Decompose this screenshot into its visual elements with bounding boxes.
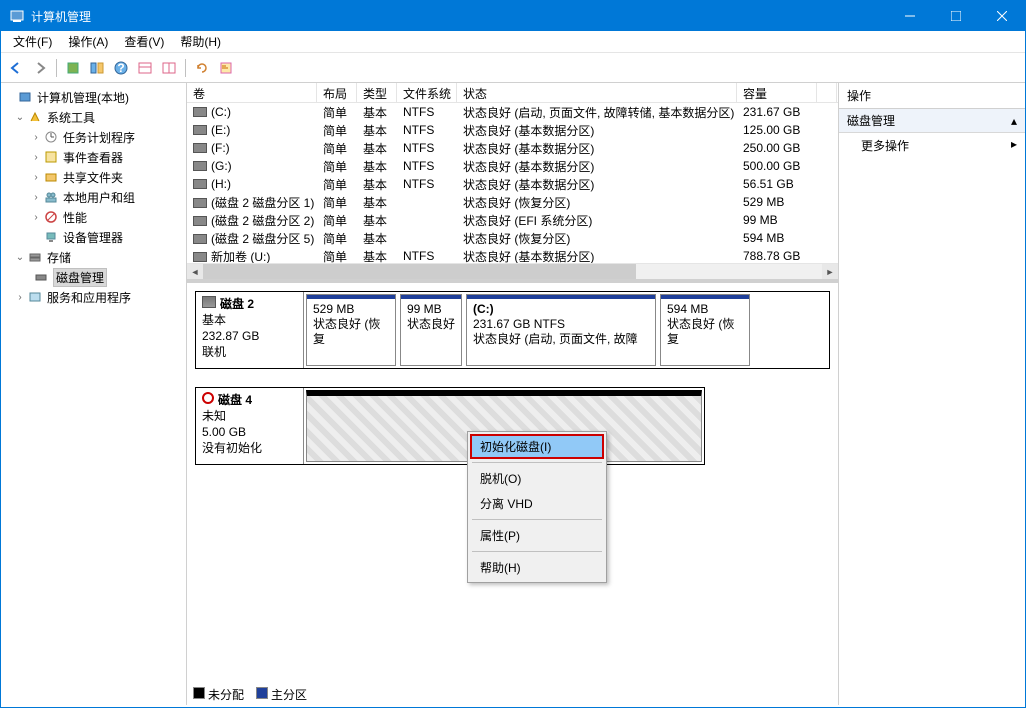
volume-row[interactable]: 新加卷 (U:)简单基本NTFS状态良好 (基本数据分区)788.78 GB: [187, 247, 838, 263]
ctx-offline[interactable]: 脱机(O): [470, 466, 604, 491]
col-filesystem[interactable]: 文件系统: [397, 83, 457, 102]
legend-primary-swatch: [256, 687, 268, 699]
maximize-button[interactable]: [933, 1, 979, 31]
menubar: 文件(F) 操作(A) 查看(V) 帮助(H): [1, 31, 1025, 53]
col-layout[interactable]: 布局: [317, 83, 357, 102]
tree-system-tools[interactable]: ⌄系统工具: [3, 107, 184, 127]
view-list-button[interactable]: [134, 57, 156, 79]
disk-4-info: 磁盘 4 未知 5.00 GB 没有初始化: [196, 388, 304, 464]
tree-disk-management[interactable]: 磁盘管理: [3, 267, 184, 287]
show-hide-button[interactable]: [86, 57, 108, 79]
disk2-partition-1[interactable]: 529 MB状态良好 (恢复: [306, 294, 396, 366]
actions-more[interactable]: 更多操作▸: [839, 133, 1025, 158]
ctx-initialize-disk[interactable]: 初始化磁盘(I): [470, 434, 604, 459]
tree-task-scheduler[interactable]: ›任务计划程序: [3, 127, 184, 147]
actions-header: 操作: [839, 83, 1025, 109]
uninitialized-disk-icon: [202, 392, 214, 404]
actions-pane: 操作 磁盘管理▴ 更多操作▸: [839, 83, 1025, 705]
volume-row[interactable]: (磁盘 2 磁盘分区 2)简单基本状态良好 (EFI 系统分区)99 MB: [187, 211, 838, 229]
volume-row[interactable]: (C:)简单基本NTFS状态良好 (启动, 页面文件, 故障转储, 基本数据分区…: [187, 103, 838, 121]
help-icon[interactable]: ?: [110, 57, 132, 79]
legend: 未分配 主分区: [193, 686, 307, 703]
scroll-left-icon[interactable]: ◄: [187, 264, 203, 280]
horizontal-scrollbar[interactable]: ◄ ►: [187, 263, 838, 279]
disk-4-row[interactable]: 磁盘 4 未知 5.00 GB 没有初始化: [195, 387, 705, 465]
tree-shared-folders[interactable]: ›共享文件夹: [3, 167, 184, 187]
col-volume[interactable]: 卷: [187, 83, 317, 102]
tree-services[interactable]: ›服务和应用程序: [3, 287, 184, 307]
nav-tree[interactable]: 计算机管理(本地) ⌄系统工具 ›任务计划程序 ›事件查看器 ›共享文件夹 ›本…: [1, 83, 187, 705]
refresh-button[interactable]: [191, 57, 213, 79]
legend-unallocated-swatch: [193, 687, 205, 699]
scroll-right-icon[interactable]: ►: [822, 264, 838, 280]
volume-list: 卷 布局 类型 文件系统 状态 容量 (C:)简单基本NTFS状态良好 (启动,…: [187, 83, 838, 283]
volume-row[interactable]: (F:)简单基本NTFS状态良好 (基本数据分区)250.00 GB: [187, 139, 838, 157]
volume-row[interactable]: (磁盘 2 磁盘分区 1)简单基本状态良好 (恢复分区)529 MB: [187, 193, 838, 211]
collapse-icon: ▴: [1011, 114, 1017, 128]
window-title: 计算机管理: [31, 8, 887, 25]
actions-section-diskmgmt[interactable]: 磁盘管理▴: [839, 109, 1025, 133]
tree-local-users[interactable]: ›本地用户和组: [3, 187, 184, 207]
properties-button[interactable]: [215, 57, 237, 79]
tree-event-viewer[interactable]: ›事件查看器: [3, 147, 184, 167]
disk2-partition-c[interactable]: (C:)231.67 GB NTFS状态良好 (启动, 页面文件, 故障: [466, 294, 656, 366]
menu-help[interactable]: 帮助(H): [172, 31, 229, 52]
disk2-partition-5[interactable]: 594 MB状态良好 (恢复: [660, 294, 750, 366]
volume-row[interactable]: (E:)简单基本NTFS状态良好 (基本数据分区)125.00 GB: [187, 121, 838, 139]
volume-list-header[interactable]: 卷 布局 类型 文件系统 状态 容量: [187, 83, 838, 103]
col-capacity[interactable]: 容量: [737, 83, 817, 102]
ctx-help[interactable]: 帮助(H): [470, 555, 604, 580]
disk-2-row[interactable]: 磁盘 2 基本 232.87 GB 联机 529 MB状态良好 (恢复 99 M…: [195, 291, 830, 369]
minimize-button[interactable]: [887, 1, 933, 31]
volume-row[interactable]: (G:)简单基本NTFS状态良好 (基本数据分区)500.00 GB: [187, 157, 838, 175]
disk-2-info: 磁盘 2 基本 232.87 GB 联机: [196, 292, 304, 368]
disk2-partition-2[interactable]: 99 MB状态良好: [400, 294, 462, 366]
volume-row[interactable]: (H:)简单基本NTFS状态良好 (基本数据分区)56.51 GB: [187, 175, 838, 193]
tree-device-manager[interactable]: 设备管理器: [3, 227, 184, 247]
tree-root[interactable]: 计算机管理(本地): [3, 87, 184, 107]
menu-view[interactable]: 查看(V): [116, 31, 172, 52]
disk-graphical-view: 磁盘 2 基本 232.87 GB 联机 529 MB状态良好 (恢复 99 M…: [187, 283, 838, 705]
close-button[interactable]: [979, 1, 1025, 31]
context-menu: 初始化磁盘(I) 脱机(O) 分离 VHD 属性(P) 帮助(H): [467, 431, 607, 583]
up-button[interactable]: [62, 57, 84, 79]
titlebar: 计算机管理: [1, 1, 1025, 31]
col-type[interactable]: 类型: [357, 83, 397, 102]
toolbar: ?: [1, 53, 1025, 83]
disk-icon: [202, 296, 216, 308]
forward-button[interactable]: [29, 57, 51, 79]
tree-storage[interactable]: ⌄存储: [3, 247, 184, 267]
col-status[interactable]: 状态: [457, 83, 737, 102]
tree-performance[interactable]: ›性能: [3, 207, 184, 227]
menu-action[interactable]: 操作(A): [60, 31, 116, 52]
menu-file[interactable]: 文件(F): [5, 31, 60, 52]
svg-text:?: ?: [117, 61, 124, 75]
volume-row[interactable]: (磁盘 2 磁盘分区 5)简单基本状态良好 (恢复分区)594 MB: [187, 229, 838, 247]
ctx-detach-vhd[interactable]: 分离 VHD: [470, 491, 604, 516]
ctx-properties[interactable]: 属性(P): [470, 523, 604, 548]
app-icon: [9, 8, 25, 24]
view-detail-button[interactable]: [158, 57, 180, 79]
back-button[interactable]: [5, 57, 27, 79]
